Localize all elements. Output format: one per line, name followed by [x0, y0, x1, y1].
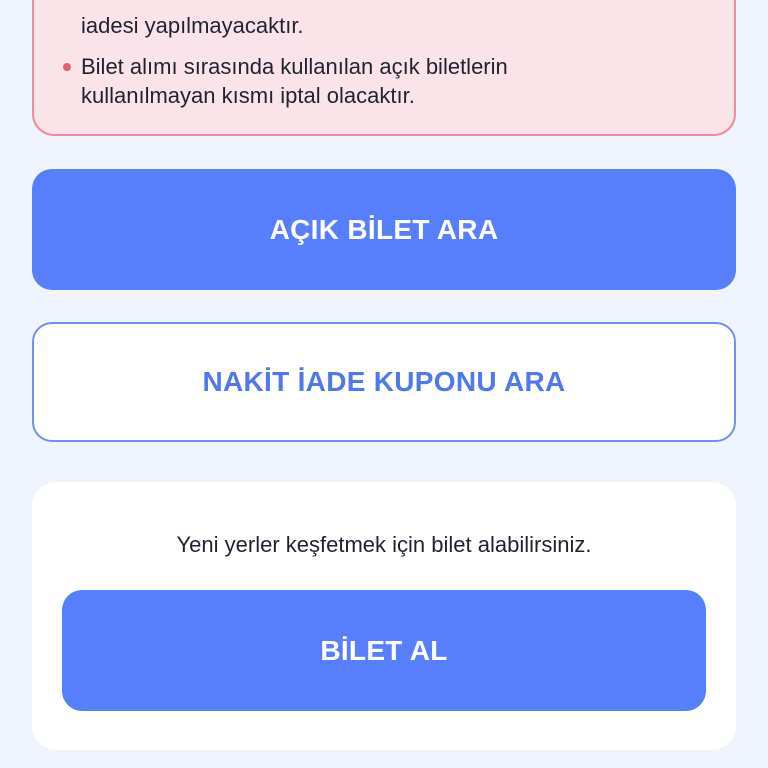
notice-line: kullanılmayan kısmı iptal olacaktır.: [81, 83, 415, 108]
buy-ticket-card: Yeni yerler keşfetmek için bilet alabili…: [32, 482, 736, 750]
buy-ticket-button[interactable]: BİLET AL: [62, 590, 706, 711]
cash-refund-coupon-search-button[interactable]: NAKİT İADE KUPONU ARA: [32, 322, 736, 442]
notice-line: iadesi yapılmayacaktır.: [81, 13, 304, 38]
bullet-icon: [63, 63, 71, 71]
buy-ticket-message: Yeni yerler keşfetmek için bilet alabili…: [176, 532, 592, 557]
notice-line: Bilet alımı sırasında kullanılan açık bi…: [81, 54, 508, 79]
open-ticket-search-button[interactable]: AÇIK BİLET ARA: [32, 169, 736, 290]
notice-box: iadesi yapılmayacaktır. Bilet alımı sıra…: [32, 0, 736, 136]
